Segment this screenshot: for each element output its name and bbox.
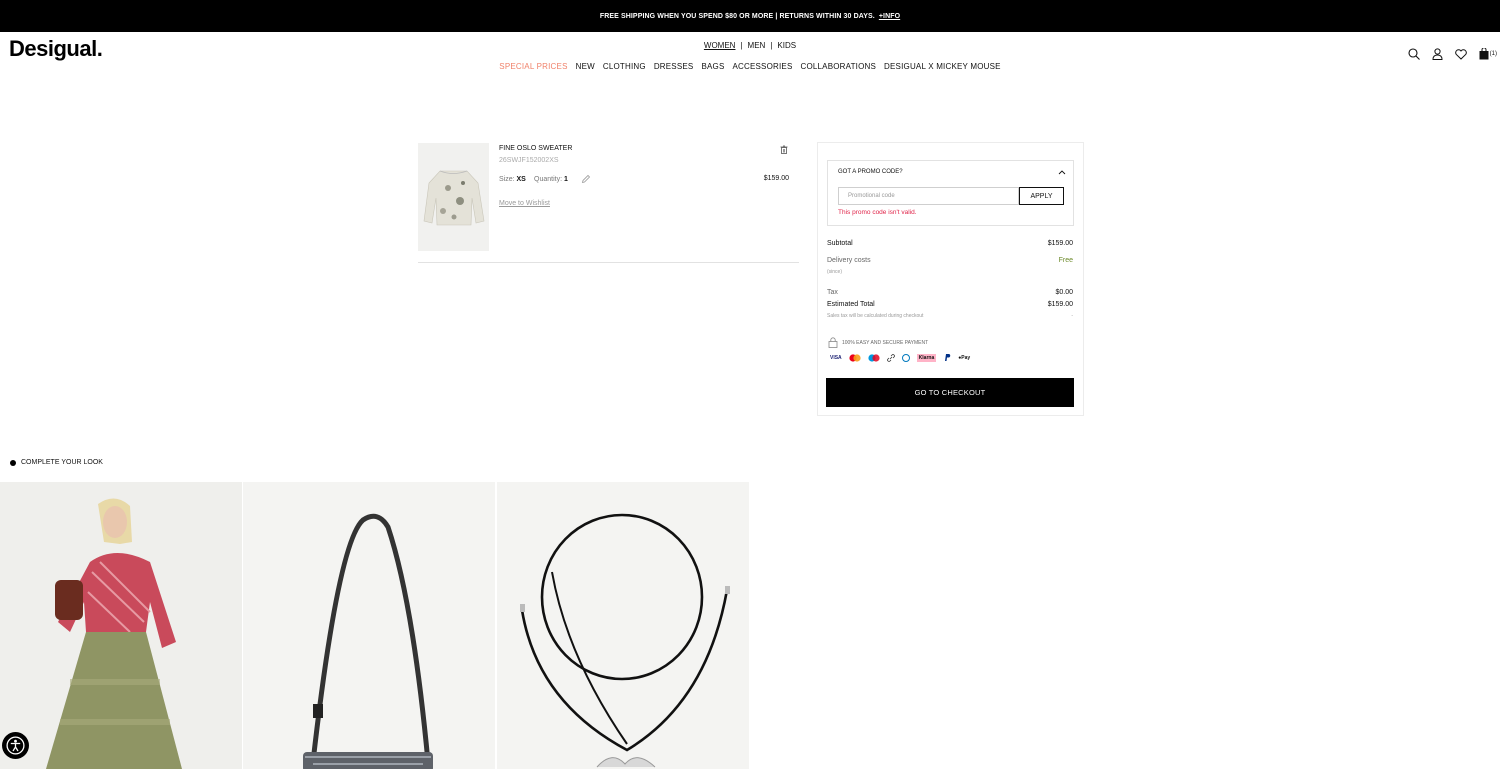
visa-icon: VISA (830, 354, 842, 361)
tax-value: $0.00 (1055, 289, 1073, 296)
look-card-model[interactable] (0, 482, 242, 769)
cart-item: FINE OSLO SWEATER 26SWJF152002XS Size: X… (418, 143, 799, 263)
maestro-icon (868, 353, 880, 362)
nav-accessories[interactable]: ACCESSORIES (728, 62, 796, 71)
apply-button[interactable]: APPLY (1019, 187, 1064, 205)
sweater-image (423, 170, 485, 226)
bullet-dot (10, 459, 16, 466)
nav-bags[interactable]: BAGS (697, 62, 728, 71)
accessibility-button[interactable] (2, 732, 29, 759)
gender-nav-women[interactable]: WOMEN (699, 41, 741, 50)
lock-icon (828, 337, 838, 348)
promo-title[interactable]: GOT A PROMO CODE? (838, 169, 903, 175)
announcement-info-link[interactable]: +INFO (879, 13, 900, 20)
nav-collaborations[interactable]: COLLABORATIONS (796, 62, 880, 71)
edit-pencil-icon[interactable] (581, 174, 591, 184)
cart-button[interactable]: (1) (1479, 48, 1497, 60)
tax-label: Tax (827, 289, 838, 296)
search-icon[interactable] (1408, 48, 1420, 60)
size-value: XS (516, 176, 526, 183)
trash-icon[interactable] (780, 145, 788, 154)
diners-icon (901, 353, 910, 362)
payment-methods: VISA Klarna ● Pay (830, 353, 970, 362)
shopping-bag-icon (1479, 48, 1489, 60)
tax-note: Sales tax will be calculated during chec… (827, 313, 924, 319)
subtotal-label: Subtotal (827, 240, 853, 247)
account-icon[interactable] (1432, 48, 1443, 60)
product-sku: 26SWJF152002XS (499, 157, 559, 164)
nav-clothing[interactable]: CLOTHING (599, 62, 650, 71)
look-card-necklace[interactable] (497, 482, 749, 769)
quantity-value: 1 (563, 176, 568, 183)
mastercard-icon (849, 353, 861, 362)
product-size: Size: XS (499, 176, 526, 183)
size-label: Size: (499, 176, 515, 183)
announcement-text: FREE SHIPPING WHEN YOU SPEND $80 OR MORE… (599, 12, 875, 20)
paypal-icon (945, 354, 951, 361)
gender-nav-kids[interactable]: KIDS (772, 41, 801, 50)
apple-pay-text: Pay (961, 354, 971, 361)
wishlist-heart-icon[interactable] (1454, 48, 1467, 60)
go-to-checkout-button[interactable]: GO TO CHECKOUT (826, 378, 1074, 407)
product-name[interactable]: FINE OSLO SWEATER (499, 145, 572, 152)
move-to-wishlist-link[interactable]: Move to Wishlist (499, 200, 550, 207)
secure-payment: 100% EASY AND SECURE PAYMENT (828, 337, 928, 348)
estimated-total-label: Estimated Total (827, 301, 875, 308)
necklace-image (497, 482, 749, 769)
delivery-label: Delivery costs (827, 257, 871, 264)
promo-code-input[interactable]: Promotional code (838, 187, 1019, 205)
header-icons: (1) (1408, 48, 1497, 60)
main-nav: SPECIAL PRICES NEW CLOTHING DRESSES BAGS… (0, 62, 1500, 71)
klarna-icon: Klarna (916, 353, 937, 362)
complete-your-look-title: COMPLETE YOUR LOOK (21, 459, 103, 466)
quantity-label: Quantity: (534, 176, 563, 183)
delivery-value: Free (1058, 257, 1073, 264)
subtotal-value: $159.00 (1047, 240, 1073, 247)
look-card-bag[interactable] (243, 482, 495, 769)
promo-code-box: GOT A PROMO CODE? Promotional code APPLY… (827, 160, 1074, 226)
crossbody-bag-image (243, 482, 495, 769)
chevron-up-icon[interactable] (1058, 169, 1066, 175)
delivery-note: (since) (827, 269, 843, 275)
gender-nav: WOMEN | MEN | KIDS (0, 41, 1500, 50)
gender-nav-men[interactable]: MEN (743, 41, 771, 50)
product-image[interactable] (418, 143, 489, 251)
tax-note-value: - (1071, 313, 1073, 319)
nav-dresses[interactable]: DRESSES (650, 62, 698, 71)
complete-your-look-heading: COMPLETE YOUR LOOK (10, 459, 103, 466)
secure-payment-text: 100% EASY AND SECURE PAYMENT (842, 339, 929, 346)
nav-new[interactable]: NEW (572, 62, 599, 71)
announcement-bar: FREE SHIPPING WHEN YOU SPEND $80 OR MORE… (0, 0, 1500, 32)
cart-count: (1) (1489, 51, 1497, 57)
model-image (0, 482, 242, 769)
estimated-total-value: $159.00 (1047, 301, 1073, 308)
accessibility-icon (6, 736, 25, 755)
order-summary: GOT A PROMO CODE? Promotional code APPLY… (817, 142, 1084, 416)
link-icon (886, 353, 895, 362)
product-price: $159.00 (763, 175, 789, 182)
nav-special-prices[interactable]: SPECIAL PRICES (495, 62, 571, 71)
product-quantity: Quantity: 1 (534, 176, 568, 183)
apple-pay-icon: ● Pay (958, 354, 970, 362)
promo-error-message: This promo code isn't valid. (838, 209, 917, 216)
nav-mickey-mouse[interactable]: DESIGUAL X MICKEY MOUSE (880, 62, 1005, 71)
